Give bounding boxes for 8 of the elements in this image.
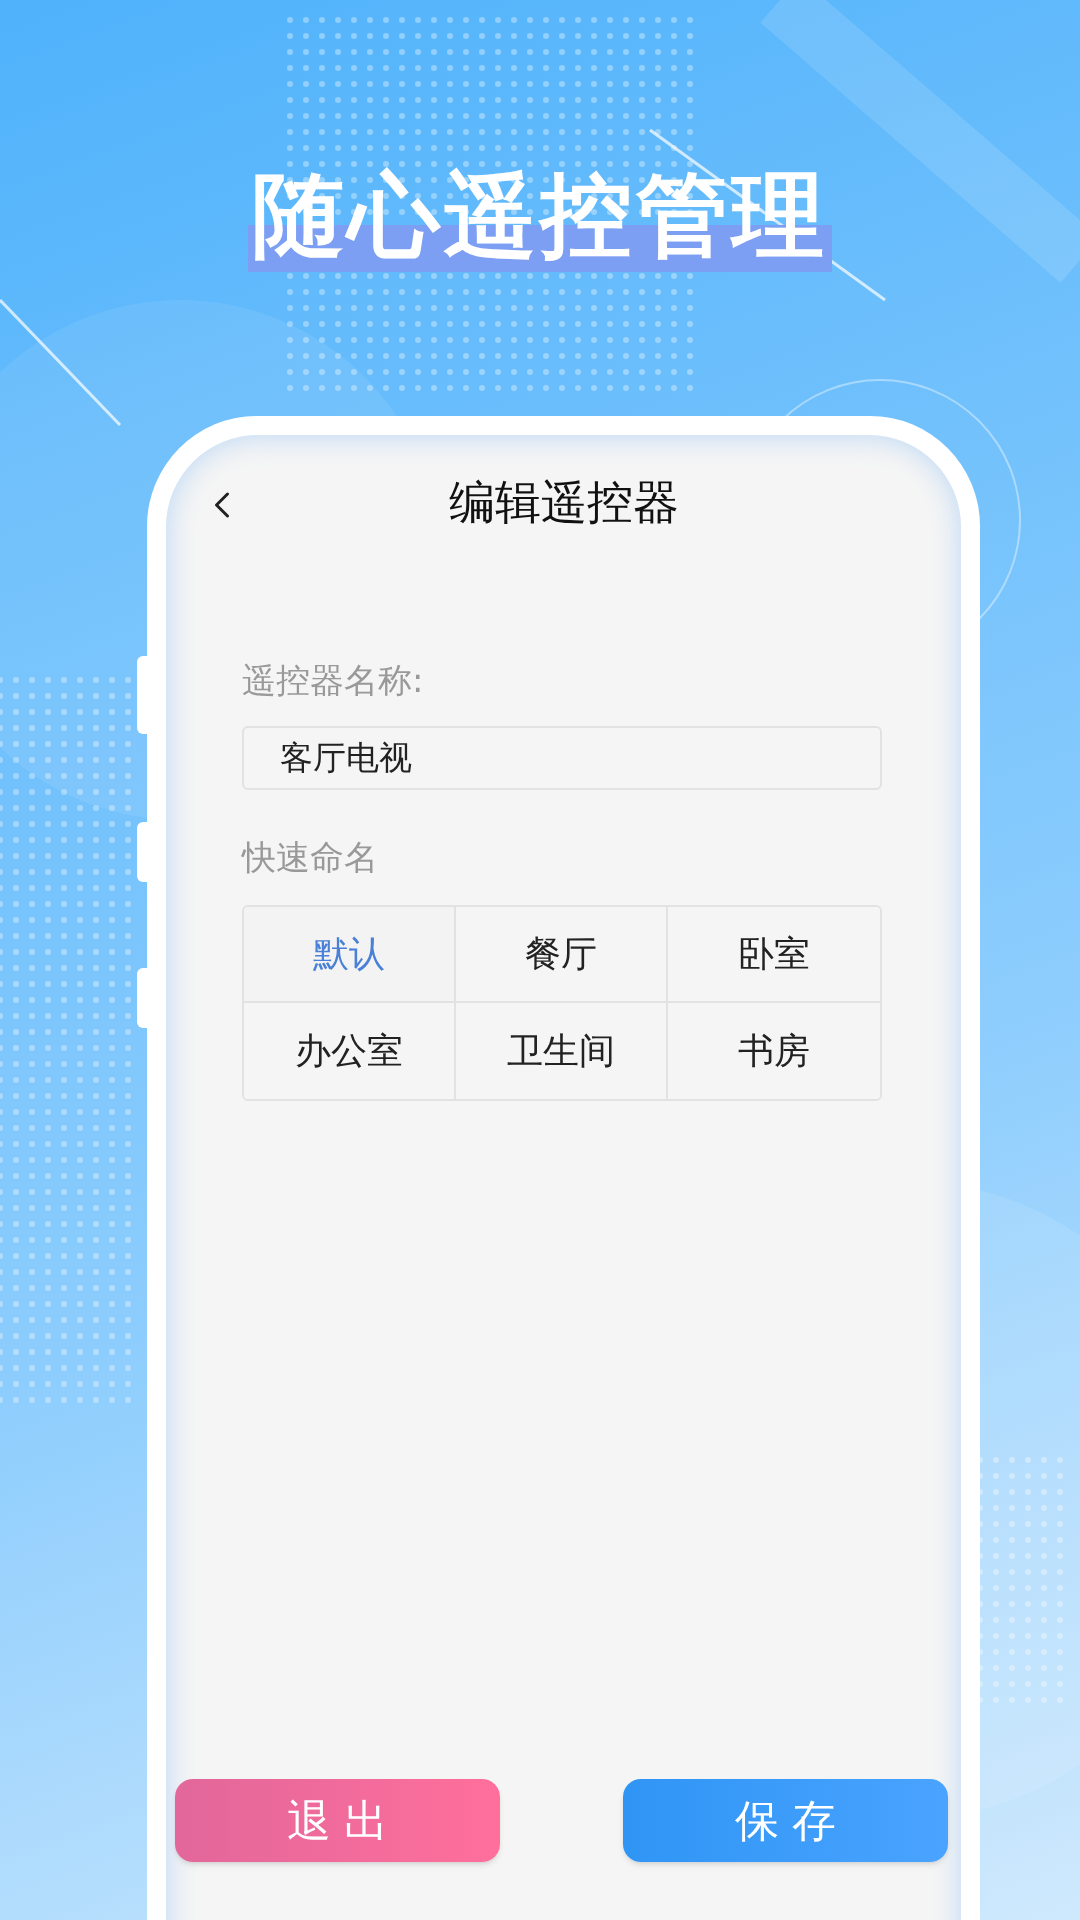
field-label: 遥控器名称: xyxy=(242,659,425,702)
quick-name-option[interactable]: 卧室 xyxy=(668,907,880,1003)
quick-name-option[interactable]: 餐厅 xyxy=(456,907,668,1003)
quick-name-option[interactable]: 办公室 xyxy=(244,1003,456,1099)
name-input-field[interactable]: 客厅电视 xyxy=(242,726,882,790)
screen-title: 编辑遥控器 xyxy=(448,474,679,531)
quick-name-option[interactable]: 默认 xyxy=(244,907,456,1003)
section-label: 快速命名 xyxy=(242,836,379,879)
